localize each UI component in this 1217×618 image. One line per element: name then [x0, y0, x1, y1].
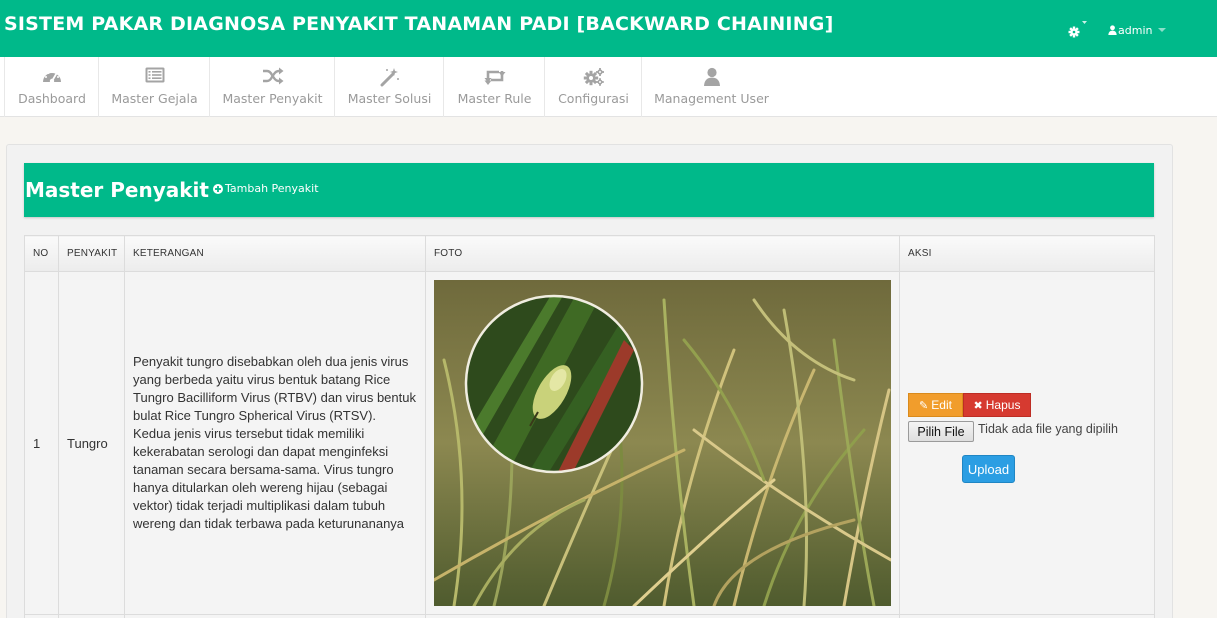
table-header-row: NO PENYAKIT KETERANGAN FOTO AKSI [24, 235, 1155, 272]
shortcut-label: Master Rule [457, 91, 532, 106]
cell-keterangan [124, 614, 426, 618]
cogs-icon [583, 68, 604, 86]
cell-foto [425, 271, 900, 615]
shortcut-master-rule[interactable]: Master Rule [443, 57, 545, 117]
shortcut-label: Master Solusi [347, 91, 432, 106]
shortcut-configurasi[interactable]: Configurasi [544, 57, 642, 117]
cell-no [24, 614, 59, 618]
retweet-icon [484, 70, 505, 85]
column-header-no: NO [24, 235, 59, 272]
cell-no: 1 [24, 271, 59, 615]
caret-down-icon [1082, 21, 1087, 24]
add-penyakit-button[interactable]: Tambah Penyakit [213, 182, 319, 195]
column-header-aksi: AKSI [899, 235, 1155, 272]
penyakit-table: NO PENYAKIT KETERANGAN FOTO AKSI 1 Tungr… [24, 235, 1155, 618]
upload-button[interactable]: Upload [962, 455, 1015, 483]
cell-penyakit [58, 614, 125, 618]
edit-label: Edit [931, 398, 952, 412]
column-header-foto: FOTO [425, 235, 900, 272]
user-icon [703, 67, 720, 86]
shortcut-label: Master Gejala [111, 91, 198, 106]
delete-button[interactable]: ✖ Hapus [963, 393, 1031, 417]
close-icon: ✖ [973, 399, 983, 412]
shortcut-master-solusi[interactable]: Master Solusi [334, 57, 444, 117]
gear-icon [1068, 21, 1087, 38]
page-title: Master Penyakit [25, 178, 209, 202]
plus-circle-icon [213, 183, 223, 194]
list-alt-icon [145, 67, 164, 83]
table-row [24, 614, 1155, 618]
disease-photo [434, 280, 891, 606]
top-navbar: SISTEM PAKAR DIAGNOSA PENYAKIT TANAMAN P… [0, 0, 1217, 57]
shortcut-dashboard[interactable]: Dashboard [4, 57, 99, 117]
aksi-group: ✎ Edit ✖ Hapus Pilih File Tidak ada file… [908, 393, 1154, 493]
edit-icon: ✎ [919, 399, 929, 412]
user-icon [1108, 25, 1117, 35]
shortcut-management-user[interactable]: Management User [641, 57, 781, 117]
random-icon [262, 67, 283, 85]
add-penyakit-label: Tambah Penyakit [225, 182, 319, 195]
choose-file-button[interactable]: Pilih File [908, 421, 974, 442]
shortcut-label: Dashboard [18, 91, 86, 106]
column-header-penyakit: PENYAKIT [58, 235, 125, 272]
shortcut-label: Master Penyakit [222, 91, 323, 106]
cell-aksi [899, 614, 1155, 618]
cell-keterangan: Penyakit tungro disebabkan oleh dua jeni… [124, 271, 426, 615]
hapus-label: Hapus [985, 398, 1021, 412]
shortcut-master-gejala[interactable]: Master Gejala [98, 57, 210, 117]
cell-penyakit: Tungro [58, 271, 125, 615]
user-menu[interactable]: admin [1108, 23, 1167, 37]
magic-wand-icon [380, 68, 399, 87]
page-header: Master Penyakit Tambah Penyakit [24, 163, 1154, 217]
edit-button[interactable]: ✎ Edit [908, 393, 963, 417]
shortcut-label: Configurasi [558, 91, 629, 106]
table-row: 1 Tungro Penyakit tungro disebabkan oleh… [24, 271, 1155, 615]
user-name: admin [1118, 23, 1153, 37]
shortcut-master-penyakit[interactable]: Master Penyakit [209, 57, 335, 117]
shortcut-nav: Dashboard Master Gejala Master Penyakit [0, 57, 1217, 117]
cell-aksi: ✎ Edit ✖ Hapus Pilih File Tidak ada file… [899, 271, 1155, 615]
column-header-keterangan: KETERANGAN [124, 235, 426, 272]
dashboard-icon [43, 70, 61, 84]
file-status-text: Tidak ada file yang dipilih [978, 422, 1118, 436]
cell-foto [425, 614, 900, 618]
shortcut-label: Management User [654, 91, 769, 106]
settings-menu[interactable] [1066, 20, 1090, 40]
app-title[interactable]: SISTEM PAKAR DIAGNOSA PENYAKIT TANAMAN P… [4, 13, 833, 35]
caret-down-icon [1158, 28, 1167, 32]
